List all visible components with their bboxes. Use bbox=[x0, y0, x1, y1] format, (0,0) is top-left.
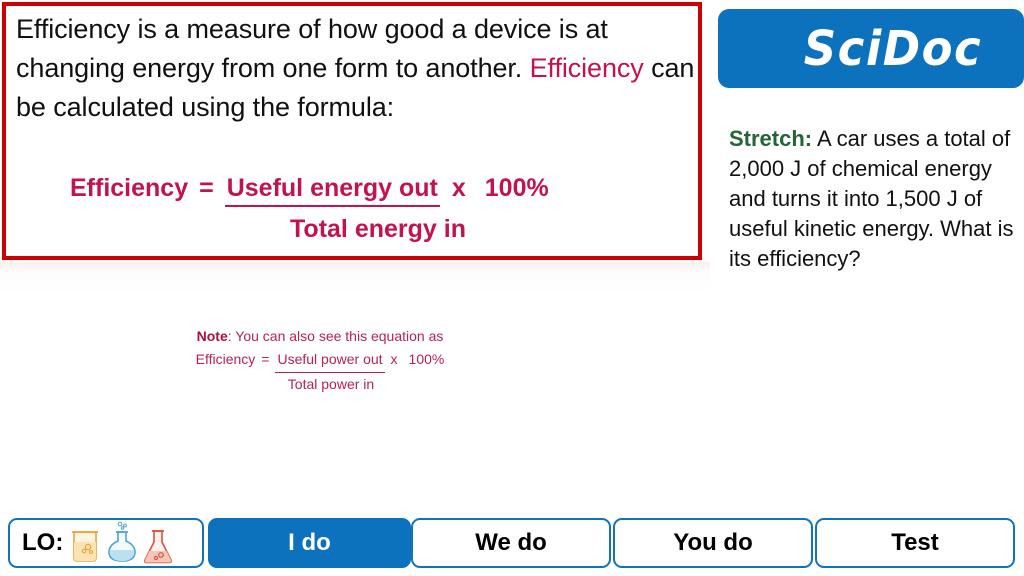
nav-button-i-do[interactable]: I do bbox=[208, 518, 411, 568]
note-intro-text: : You can also see this equation as bbox=[227, 328, 444, 344]
formula-equals: = bbox=[199, 174, 214, 202]
bottom-navigation-bar: LO: I do We do You do Test bbox=[0, 518, 1024, 570]
definition-box: Efficiency is a measure of how good a de… bbox=[2, 2, 702, 260]
faded-text-artifact bbox=[0, 262, 710, 296]
formula-times: x bbox=[451, 174, 466, 202]
formula-subject: Efficiency bbox=[70, 174, 189, 202]
nav-button-we-do-label: We do bbox=[475, 529, 547, 556]
note-formula-equals: = bbox=[261, 351, 270, 367]
formula-denominator: Total energy in bbox=[290, 215, 466, 243]
scidoc-logo-banner: SciDoc bbox=[718, 9, 1024, 88]
note-formula-subject: Efficiency bbox=[195, 351, 256, 367]
round-flask-icon bbox=[103, 521, 141, 565]
note-intro-line: Note: You can also see this equation as bbox=[120, 325, 520, 348]
note-formula-times: x bbox=[390, 351, 398, 367]
definition-line-2: changing energy from one form to another… bbox=[16, 53, 523, 83]
nav-button-test-label: Test bbox=[891, 529, 939, 556]
nav-button-you-do-label: You do bbox=[673, 529, 753, 556]
beaker-icon bbox=[67, 525, 103, 565]
note-formula-percent: 100% bbox=[408, 351, 445, 367]
definition-keyword-efficiency: Efficiency bbox=[529, 53, 644, 83]
definition-paragraph: Efficiency is a measure of how good a de… bbox=[16, 10, 700, 127]
scidoc-logo-text: SciDoc bbox=[803, 20, 983, 77]
nav-button-you-do[interactable]: You do bbox=[613, 518, 813, 568]
formula-numerator: Useful energy out bbox=[224, 174, 440, 207]
note-label: Note bbox=[196, 328, 228, 344]
formula-line-1: Efficiency = Useful energy out x 100% bbox=[6, 174, 706, 207]
stretch-question: Stretch: A car uses a total of 2,000 J o… bbox=[729, 124, 1021, 274]
note-formula-denominator: Total power in bbox=[287, 376, 375, 392]
note-formula-line: Efficiency = Useful power out x 100% bbox=[120, 348, 520, 373]
stretch-label: Stretch: bbox=[729, 126, 813, 151]
conical-flask-icon bbox=[141, 525, 175, 565]
nav-button-i-do-label: I do bbox=[288, 529, 331, 556]
nav-button-test[interactable]: Test bbox=[815, 518, 1015, 568]
note-formula-numerator: Useful power out bbox=[275, 348, 385, 373]
definition-line-1: Efficiency is a measure of how good a de… bbox=[16, 14, 608, 44]
efficiency-formula: Efficiency = Useful energy out x 100% To… bbox=[6, 174, 706, 244]
nav-button-lo[interactable]: LO: bbox=[8, 518, 204, 568]
formula-percent: 100% bbox=[484, 174, 549, 202]
lo-label: LO: bbox=[22, 529, 64, 556]
lab-glassware-icons bbox=[67, 521, 175, 565]
note-block: Note: You can also see this equation as … bbox=[120, 325, 520, 396]
nav-button-we-do[interactable]: We do bbox=[411, 518, 611, 568]
